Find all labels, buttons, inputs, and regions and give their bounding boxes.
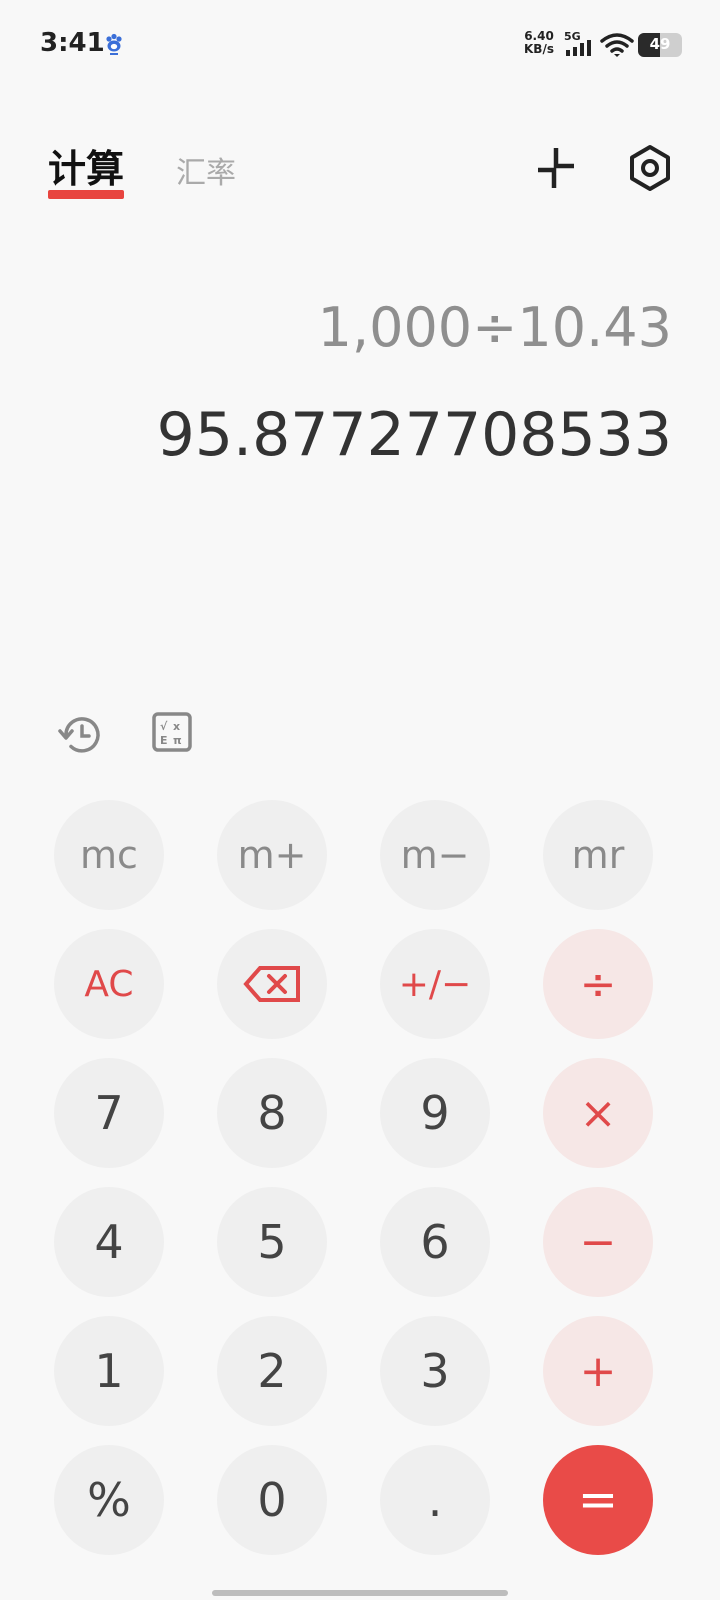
network-speed: 6.40 KB/s xyxy=(524,30,554,56)
result-display: 95.87727708533 xyxy=(156,400,672,470)
baidu-paw-icon xyxy=(102,32,126,56)
settings-button[interactable] xyxy=(628,144,672,192)
tab-calculate[interactable]: 计算 xyxy=(48,138,125,199)
key-4[interactable]: 4 xyxy=(54,1187,164,1297)
battery-level: 49 xyxy=(649,35,671,53)
key-2[interactable]: 2 xyxy=(217,1316,327,1426)
key-divide[interactable]: ÷ xyxy=(543,929,653,1039)
key-mc[interactable]: mc xyxy=(54,800,164,910)
tab-exchange-rate-label: 汇率 xyxy=(176,156,236,191)
key-5[interactable]: 5 xyxy=(217,1187,327,1297)
key-8[interactable]: 8 xyxy=(217,1058,327,1168)
key-backspace[interactable] xyxy=(217,929,327,1039)
scientific-mode-icon: √ x E π xyxy=(152,712,192,752)
expression-display: 1,000÷10.43 xyxy=(317,296,672,359)
key-all-clear[interactable]: AC xyxy=(54,929,164,1039)
network-speed-unit: KB/s xyxy=(524,42,554,56)
key-3[interactable]: 3 xyxy=(380,1316,490,1426)
key-minus[interactable]: − xyxy=(543,1187,653,1297)
key-percent[interactable]: % xyxy=(54,1445,164,1555)
key-6[interactable]: 6 xyxy=(380,1187,490,1297)
svg-text:x: x xyxy=(173,720,180,733)
key-7[interactable]: 7 xyxy=(54,1058,164,1168)
home-indicator[interactable] xyxy=(212,1590,508,1596)
status-bar: 3:41 6.40 KB/s 5G 49 xyxy=(0,0,720,90)
svg-text:√: √ xyxy=(160,720,168,733)
key-plus[interactable]: + xyxy=(543,1316,653,1426)
key-decimal[interactable]: . xyxy=(380,1445,490,1555)
key-m-plus[interactable]: m+ xyxy=(217,800,327,910)
svg-text:E: E xyxy=(160,734,168,747)
battery-icon: 49 xyxy=(638,33,682,57)
history-clock-icon xyxy=(58,717,100,753)
key-equals[interactable]: = xyxy=(543,1445,653,1555)
collapse-arrows-icon xyxy=(538,148,574,188)
collapse-button[interactable] xyxy=(534,146,578,190)
key-multiply[interactable]: × xyxy=(543,1058,653,1168)
svg-text:π: π xyxy=(173,734,182,747)
key-m-minus[interactable]: m− xyxy=(380,800,490,910)
wifi-icon xyxy=(600,32,634,58)
tab-exchange-rate[interactable]: 汇率 xyxy=(176,148,236,192)
backspace-icon xyxy=(243,966,300,1002)
scientific-mode-button[interactable]: √ x E π xyxy=(152,712,198,758)
key-plus-minus[interactable]: +/− xyxy=(380,929,490,1039)
status-time: 3:41 xyxy=(40,28,105,58)
key-0[interactable]: 0 xyxy=(217,1445,327,1555)
tab-calculate-label: 计算 xyxy=(48,147,125,191)
signal-icon: 5G xyxy=(564,30,596,58)
key-mr[interactable]: mr xyxy=(543,800,653,910)
history-button[interactable] xyxy=(58,712,104,758)
key-9[interactable]: 9 xyxy=(380,1058,490,1168)
settings-hexagon-icon xyxy=(630,145,670,191)
tab-active-indicator xyxy=(48,190,125,199)
key-1[interactable]: 1 xyxy=(54,1316,164,1426)
